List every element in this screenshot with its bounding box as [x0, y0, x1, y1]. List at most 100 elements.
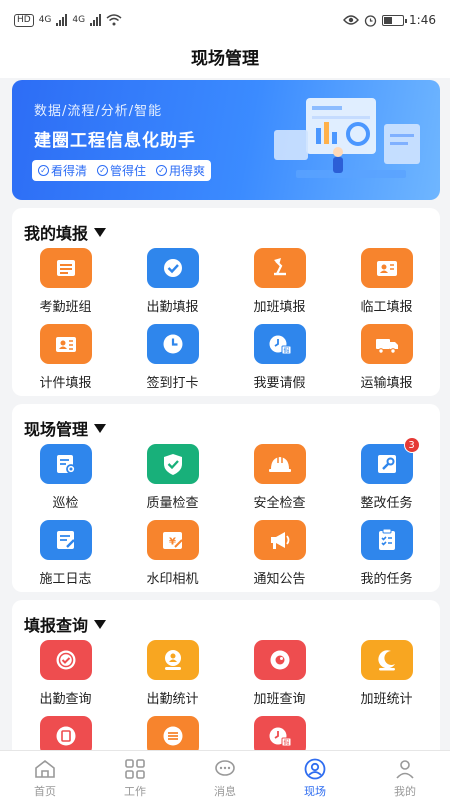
grid-item-label: 安全检查	[253, 496, 306, 511]
shield-check-icon	[163, 454, 182, 475]
eye-icon	[343, 15, 359, 25]
tile-icon-bg	[39, 324, 92, 364]
wifi-icon	[106, 14, 122, 26]
grid-item-lamp[interactable]: 加班填报	[226, 248, 333, 315]
section-site-management: 现场管理 巡检 质量检查 安全检查 3 整改任务施工日志 ¥ 水印相机 通知公告 我的任务	[12, 404, 440, 592]
grid-item-label: 出勤填报	[146, 300, 199, 315]
tab-site[interactable]: 现场	[270, 751, 360, 800]
tile-icon-bg	[146, 444, 199, 484]
grid-item-worker-card[interactable]: 临工填报	[333, 248, 440, 315]
leave-icon: 假	[269, 335, 291, 355]
page-title: 现场管理	[0, 40, 450, 78]
helmet-icon	[268, 457, 291, 472]
grid-item-check-query[interactable]: 出勤查询	[12, 640, 119, 707]
grid-item-helmet[interactable]: 安全检查	[226, 444, 333, 511]
grid-item-megaphone[interactable]: 通知公告	[226, 520, 333, 587]
network-4g-2: 4G	[72, 15, 86, 25]
dropdown-triangle-icon	[94, 423, 107, 433]
doc-query-icon	[56, 726, 75, 746]
signal-icon-2	[90, 14, 102, 26]
tile-icon-bg	[253, 444, 306, 484]
grid-item-label: 质量检查	[146, 496, 199, 511]
grid-item-moon-stat[interactable]: 加班统计	[333, 640, 440, 707]
eye-query-icon	[270, 650, 289, 670]
grid-item-inspect[interactable]: 巡检	[12, 444, 119, 511]
clipboard-icon	[378, 528, 395, 550]
banner-headline: 建圈工程信息化助手	[34, 131, 196, 151]
grid-item-log[interactable]: 施工日志	[12, 520, 119, 587]
grid-item-person-stat[interactable]: 出勤统计	[119, 640, 226, 707]
alarm-icon	[364, 14, 377, 27]
signal-icon	[56, 14, 68, 26]
moon-stat-icon	[377, 650, 395, 671]
grid-item-label: 加班填报	[253, 300, 306, 315]
grid-item-label: 水印相机	[146, 572, 199, 587]
tile-icon-bg	[360, 520, 413, 560]
camera-icon: ¥	[162, 532, 183, 549]
grid-item-label: 加班统计	[360, 692, 413, 707]
status-left: HD 4G 4G	[14, 13, 122, 27]
check-icon	[163, 259, 182, 277]
grid-item-truck[interactable]: 运输填报	[333, 324, 440, 391]
grid-item-check[interactable]: 出勤填报	[119, 248, 226, 315]
lamp-icon	[273, 258, 286, 276]
promo-banner[interactable]: 数据/流程/分析/智能 建圈工程信息化助手 ✓ 看得清 ✓ 管得住 ✓ 用得爽	[12, 80, 440, 200]
section-title[interactable]: 现场管理	[24, 416, 107, 440]
grid-item-eye-query[interactable]: 加班查询	[226, 640, 333, 707]
tile-icon-bg	[39, 640, 92, 680]
tile-icon-bg	[146, 324, 199, 364]
section-title[interactable]: 我的填报	[24, 220, 107, 244]
battery-icon	[382, 14, 408, 26]
banner-pill-3: ✓ 用得爽	[156, 162, 205, 179]
tile-icon-bg	[39, 520, 92, 560]
grid-item-label: 运输填报	[360, 376, 413, 391]
tab-messages[interactable]: 消息	[180, 751, 270, 800]
grid-item-leave[interactable]: 假我要请假	[226, 324, 333, 391]
grid-item-clipboard[interactable]: 我的任务	[333, 520, 440, 587]
person-stat-icon	[164, 650, 181, 670]
svg-text:假: 假	[283, 347, 289, 355]
grid-item-label: 出勤统计	[146, 692, 199, 707]
leave-query-icon: 假	[269, 727, 291, 747]
clock-icon	[163, 334, 182, 354]
notification-badge: 3	[403, 437, 420, 453]
megaphone-icon	[270, 532, 289, 549]
grid-item-label: 加班查询	[253, 692, 306, 707]
grid-item-camera[interactable]: ¥ 水印相机	[119, 520, 226, 587]
grid-item-piecework[interactable]: 计件填报	[12, 324, 119, 391]
tile-icon-bg	[253, 248, 306, 288]
home-icon	[35, 759, 55, 778]
tile-icon-bg	[146, 248, 199, 288]
grid-item-label: 整改任务	[360, 496, 413, 511]
grid-item-roster[interactable]: 考勤班组	[12, 248, 119, 315]
tab-home[interactable]: 首页	[0, 751, 90, 800]
tab-work[interactable]: 工作	[90, 751, 180, 800]
section-report-query: 填报查询 出勤查询 出勤统计 加班查询 加班统计假	[12, 600, 440, 760]
log-icon	[56, 531, 75, 549]
list-stat-icon	[163, 726, 182, 746]
tile-icon-bg	[360, 248, 413, 288]
tile-icon-bg	[146, 640, 199, 680]
grid-item-shield-check[interactable]: 质量检查	[119, 444, 226, 511]
grid-item-label: 临工填报	[360, 300, 413, 315]
check-circle-icon: ✓	[38, 165, 49, 176]
tile-icon-bg	[360, 324, 413, 364]
status-bar: HD 4G 4G 1:46	[0, 0, 450, 40]
grid-item-label: 我要请假	[253, 376, 306, 391]
clock-time: 1:46	[409, 13, 436, 27]
piecework-icon	[55, 337, 76, 352]
tile-icon-bg	[39, 248, 92, 288]
banner-tagline: 数据/流程/分析/智能	[34, 104, 163, 119]
grid-item-clock[interactable]: 签到打卡	[119, 324, 226, 391]
tab-profile[interactable]: 我的	[360, 751, 450, 800]
grid-item-label: 出勤查询	[39, 692, 92, 707]
tile-icon-bg: 假	[253, 324, 306, 364]
svg-text:假: 假	[283, 739, 289, 747]
tile-icon-bg	[253, 520, 306, 560]
network-4g-1: 4G	[38, 15, 52, 25]
section-title[interactable]: 填报查询	[24, 612, 107, 636]
grid-item-label: 巡检	[52, 496, 79, 511]
grid-item-label: 签到打卡	[146, 376, 199, 391]
grid-item-wrench[interactable]: 3 整改任务	[333, 437, 440, 511]
banner-pill-row: ✓ 看得清 ✓ 管得住 ✓ 用得爽	[32, 160, 212, 181]
